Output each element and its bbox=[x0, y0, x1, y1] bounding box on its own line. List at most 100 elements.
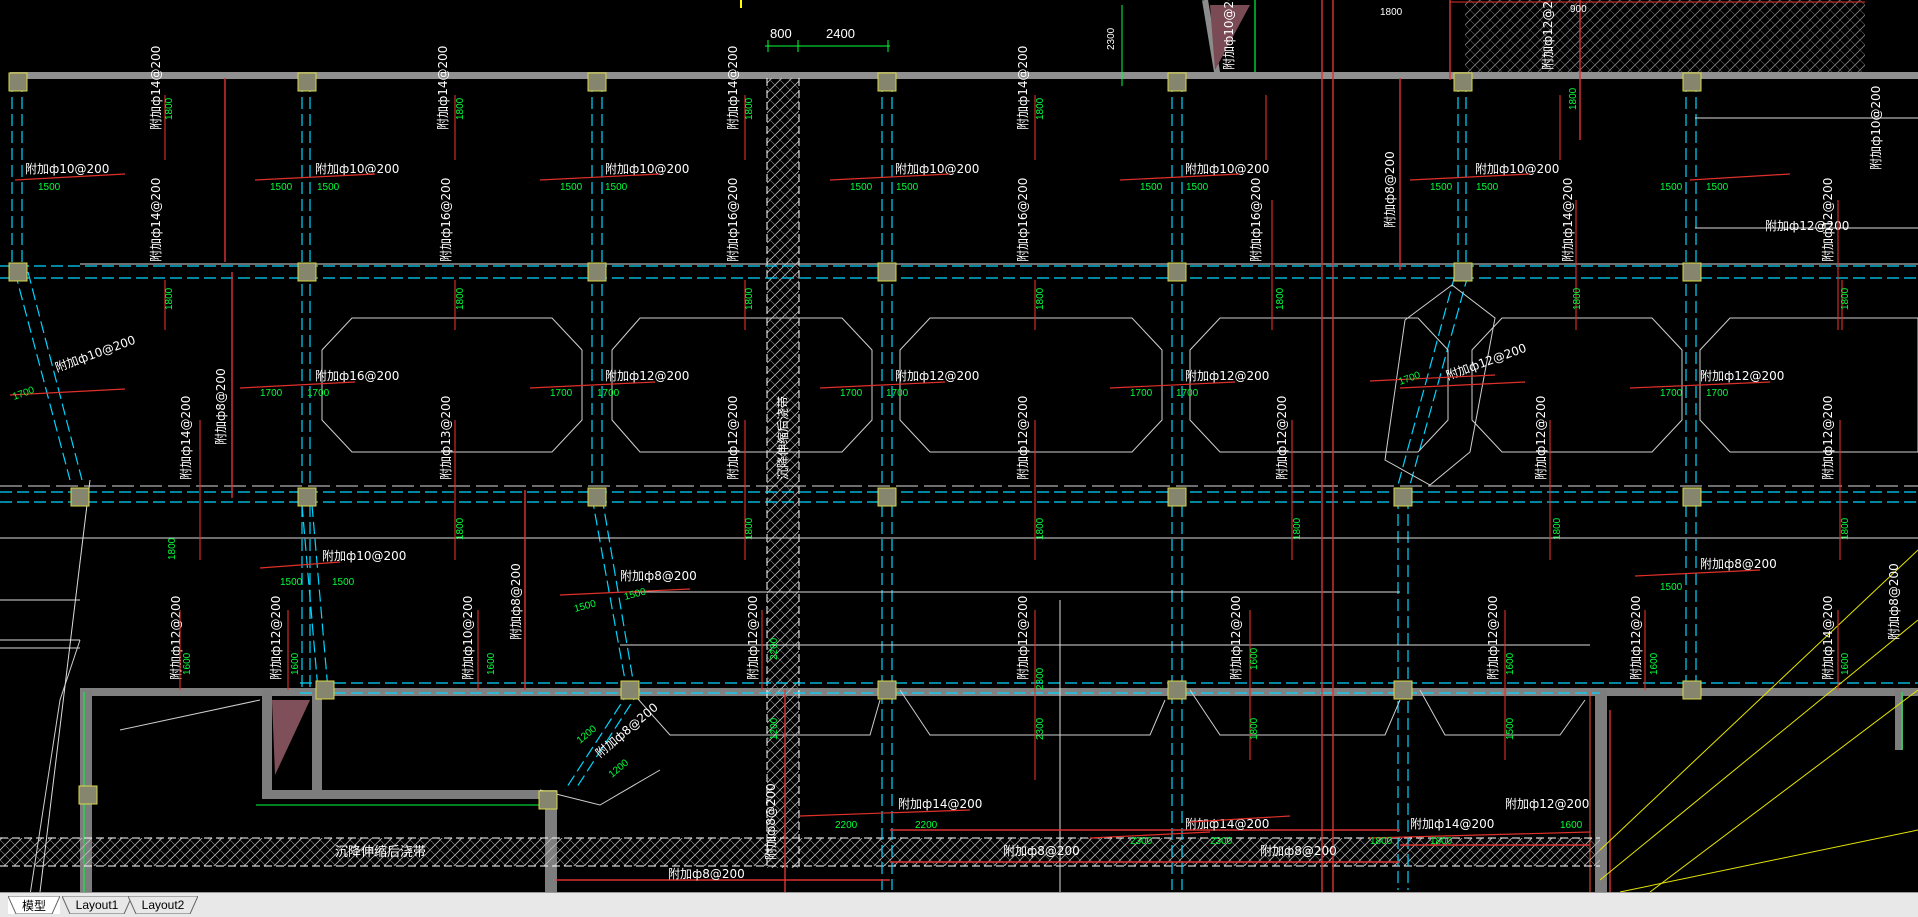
rebar-label: 附加ф14@200 bbox=[1016, 46, 1030, 130]
dimension-text: 1800 bbox=[744, 287, 755, 310]
rebar-label: 附加ф16@200 bbox=[439, 178, 453, 262]
dimension-text: 1700 bbox=[1397, 370, 1422, 388]
dimension-text: 2300 bbox=[1210, 836, 1233, 847]
rebar-label: 附加ф10@200 bbox=[53, 333, 137, 375]
rebar-label: 附加ф10@200 bbox=[322, 549, 406, 563]
dimension-text: 1500 bbox=[605, 182, 628, 193]
column-marker bbox=[8, 262, 28, 282]
dimension-text: 1500 bbox=[560, 182, 583, 193]
tab-model[interactable]: 模型 bbox=[8, 896, 60, 914]
dimension-text: 1600 bbox=[1249, 647, 1260, 670]
rebar-label: 附加ф16@200 bbox=[726, 178, 740, 262]
rebar-label: 附加ф12@200 bbox=[1016, 396, 1030, 480]
rebar-label: 附加ф16@200 bbox=[1249, 178, 1263, 262]
post-cast-strip-label-horizontal: 沉降伸缩后浇带 bbox=[335, 844, 426, 860]
rebar-label: 附加ф8@200 bbox=[1700, 557, 1777, 571]
rebar-label: 附加ф12@200 bbox=[605, 369, 689, 383]
dimension-text: 1500 bbox=[1476, 182, 1499, 193]
dimension-text: 1600 bbox=[1505, 652, 1516, 675]
rebar-label: 附加ф8@200 bbox=[764, 783, 778, 860]
rebar-label: 附加ф14@200 bbox=[1821, 596, 1835, 680]
rebar-label: 附加ф16@200 bbox=[315, 369, 399, 383]
rebar-label: 附加ф12@200 bbox=[1541, 0, 1555, 70]
column-marker bbox=[877, 680, 897, 700]
rebar-leader-line bbox=[239, 381, 356, 389]
dimension-text: 1700 bbox=[1706, 388, 1729, 399]
dimension-text: 1800 bbox=[455, 517, 466, 540]
rebar-label: 附加ф12@200 bbox=[269, 596, 283, 680]
rebar-label: 附加ф8@200 bbox=[620, 569, 697, 583]
dimension-text: 1500 bbox=[573, 598, 598, 614]
dimension-text: 1500 bbox=[623, 586, 648, 602]
rebar-label: 附加ф12@200 bbox=[1486, 596, 1500, 680]
dimension-text: 1500 bbox=[850, 182, 873, 193]
dimension-text: 1500 bbox=[1430, 182, 1453, 193]
column-marker bbox=[297, 72, 317, 92]
dimension-text: 1700 bbox=[1660, 388, 1683, 399]
dimension-text: 1700 bbox=[1130, 388, 1153, 399]
dimension-text: 1700 bbox=[840, 388, 863, 399]
column-marker bbox=[1682, 487, 1702, 507]
column-marker bbox=[587, 262, 607, 282]
dimension-text: 1500 bbox=[1706, 182, 1729, 193]
dimension-text: 1800 bbox=[164, 287, 175, 310]
dimension-text: 2300 bbox=[1130, 836, 1153, 847]
dimension-text: 1800 bbox=[1292, 517, 1303, 540]
dimension-text: 1800 bbox=[744, 97, 755, 120]
dimension-text: 1500 bbox=[1505, 717, 1516, 740]
column-marker bbox=[70, 487, 90, 507]
dimension-text: 1200 bbox=[575, 723, 599, 746]
column-marker bbox=[1167, 680, 1187, 700]
rebar-label: 附加ф14@200 bbox=[726, 46, 740, 130]
dimension-text: 1700 bbox=[260, 388, 283, 399]
model-space-canvas[interactable]: 附加ф14@200 附加ф14@200 附加ф14@200 附加ф14@200 附加ф1… bbox=[0, 0, 1918, 892]
column-marker bbox=[297, 487, 317, 507]
dimension-text: 1700 bbox=[11, 385, 36, 403]
dimension-text: 1800 bbox=[167, 537, 178, 560]
column-marker bbox=[877, 487, 897, 507]
rebar-label: 附加ф8@200 bbox=[509, 563, 523, 640]
rebar-label: 附加ф14@200 bbox=[1561, 178, 1575, 262]
rebar-label: 附加ф14@200 bbox=[1410, 817, 1494, 831]
dimension-text: 2200 bbox=[915, 820, 938, 831]
plan-static-geometry bbox=[0, 0, 1918, 892]
dimension-text: 1600 bbox=[1649, 652, 1660, 675]
column-marker bbox=[1682, 262, 1702, 282]
column-marker bbox=[587, 487, 607, 507]
dimension-text: 1800 bbox=[744, 517, 755, 540]
dimension-text: 1500 bbox=[896, 182, 919, 193]
rebar-label: 附加ф12@200 bbox=[895, 369, 979, 383]
top-dim-1800: 1800 bbox=[1380, 7, 1403, 18]
rebar-label: 附加ф14@200 bbox=[179, 396, 193, 480]
dimension-text: 1600 bbox=[1840, 652, 1851, 675]
rebar-label: 附加ф12@200 bbox=[1505, 797, 1589, 811]
rebar-leader-line bbox=[259, 561, 341, 569]
dimension-text: 1600 bbox=[486, 652, 497, 675]
dimension-text: 1700 bbox=[597, 388, 620, 399]
dimension-text: 1800 bbox=[1552, 517, 1563, 540]
rebar-leader-line bbox=[1409, 173, 1531, 181]
rebar-leader-line bbox=[539, 173, 661, 181]
top-dim-2400: 2400 bbox=[826, 26, 855, 41]
column-marker bbox=[1682, 72, 1702, 92]
rebar-label: 附加ф10@200 bbox=[1222, 0, 1236, 70]
column-marker bbox=[1393, 680, 1413, 700]
column-marker bbox=[587, 72, 607, 92]
dimension-text: 1500 bbox=[317, 182, 340, 193]
column-marker bbox=[1167, 487, 1187, 507]
dimension-text: 1800 bbox=[455, 287, 466, 310]
dimension-text: 1200 bbox=[607, 757, 631, 780]
dimension-text: 1500 bbox=[1140, 182, 1163, 193]
dimension-text: 1200 bbox=[769, 717, 780, 740]
rebar-leader-line bbox=[829, 173, 951, 181]
tab-layout1[interactable]: Layout1 bbox=[62, 896, 132, 914]
tab-layout2[interactable]: Layout2 bbox=[128, 896, 198, 914]
rebar-leader-line bbox=[1369, 831, 1591, 839]
rebar-label: 附加ф12@200 bbox=[169, 596, 183, 680]
rebar-label: 附加ф10@200 bbox=[895, 162, 979, 176]
column-marker bbox=[78, 785, 98, 805]
column-marker bbox=[297, 262, 317, 282]
dimension-text: 1800 bbox=[1568, 87, 1579, 110]
rebar-label: 附加ф12@200 bbox=[1229, 596, 1243, 680]
rebar-label: 附加ф8@200 bbox=[1003, 844, 1080, 858]
